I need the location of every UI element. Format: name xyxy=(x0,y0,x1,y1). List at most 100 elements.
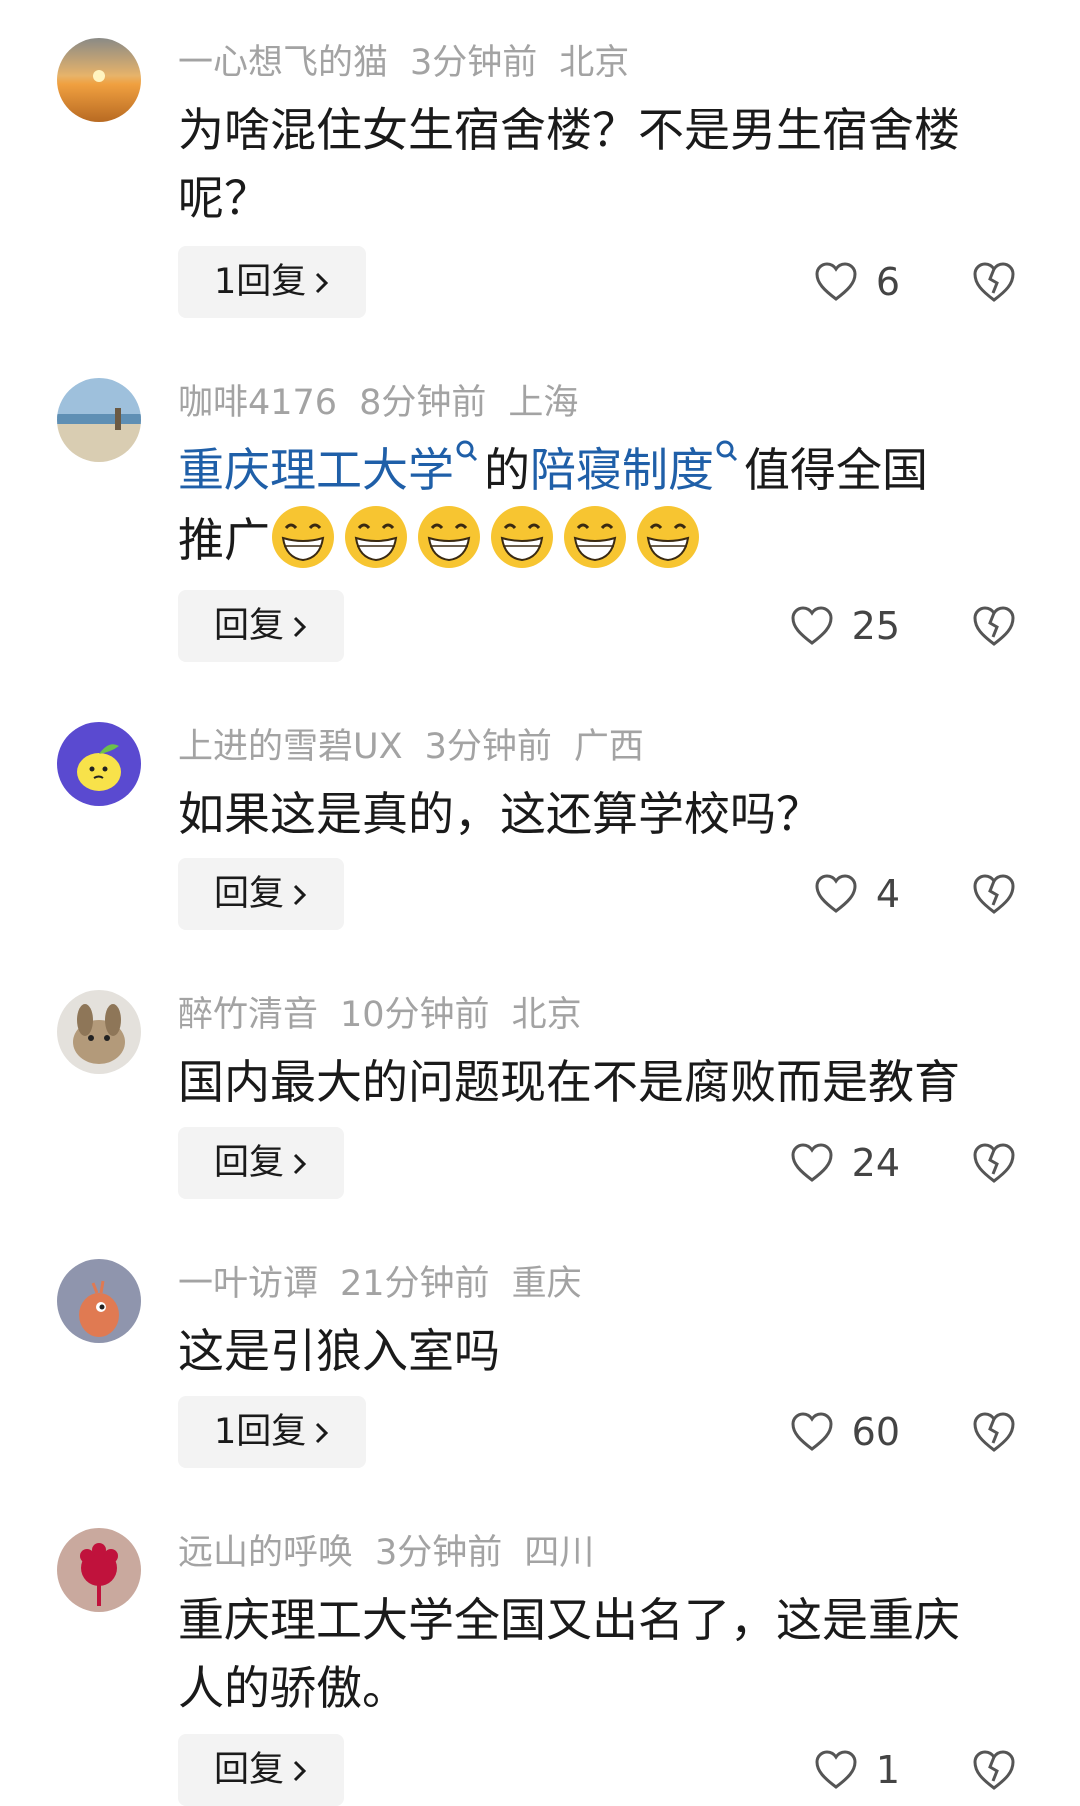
comment-text-line: 如果这是真的，这还算学校吗？ xyxy=(178,787,822,841)
like-button[interactable]: 24 xyxy=(790,1127,900,1199)
reply-label: 回复 xyxy=(214,874,285,914)
dislike-button[interactable] xyxy=(972,246,1016,318)
avatar[interactable] xyxy=(57,990,141,1074)
dislike-button[interactable] xyxy=(972,1396,1016,1468)
chevron-right-icon xyxy=(314,271,330,295)
comment-text-line: 人的骄傲。 xyxy=(178,1661,408,1715)
chevron-right-icon xyxy=(314,1421,330,1445)
username[interactable]: 醉竹清音 xyxy=(178,995,318,1035)
reply-button[interactable]: 回复 xyxy=(178,590,345,662)
broken-heart-icon xyxy=(973,262,1015,302)
username[interactable]: 咖啡4176 xyxy=(178,383,337,423)
reply-button[interactable]: 回复 xyxy=(178,858,345,930)
heart-icon xyxy=(814,874,858,914)
comment-meta: 远山的呼唤 3分钟前 四川 xyxy=(178,1530,616,1576)
like-count: 24 xyxy=(851,1141,900,1185)
comment-meta: 醉竹清音 10分钟前 北京 xyxy=(178,992,604,1038)
username[interactable]: 一心想飞的猫 xyxy=(178,43,388,83)
comment-meta: 一叶访谭 21分钟前 重庆 xyxy=(178,1261,604,1307)
location: 北京 xyxy=(559,43,630,83)
dislike-button[interactable] xyxy=(972,590,1016,662)
heart-icon xyxy=(790,1143,834,1183)
timestamp: 3分钟前 xyxy=(424,727,552,767)
dislike-button[interactable] xyxy=(972,1127,1016,1199)
comment-text-line: 这是引狼入室吗 xyxy=(178,1324,500,1378)
search-icon xyxy=(714,438,740,464)
comment-text: 如果这是真的，这还算学校吗？ xyxy=(178,780,1018,848)
grin-emoji-icon xyxy=(489,504,555,570)
broken-heart-icon xyxy=(973,606,1015,646)
heart-icon xyxy=(814,1750,858,1790)
broken-heart-icon xyxy=(973,1750,1015,1790)
cartoon-avatar-icon xyxy=(57,1259,141,1343)
username[interactable]: 上进的雪碧UX xyxy=(178,727,403,767)
chevron-right-icon xyxy=(292,1152,308,1176)
heart-icon xyxy=(790,1412,834,1452)
chevron-right-icon xyxy=(292,1759,308,1783)
broken-heart-icon xyxy=(973,1143,1015,1183)
avatar[interactable] xyxy=(57,1528,141,1612)
like-button[interactable]: 4 xyxy=(814,858,900,930)
comment-text: 国内最大的问题现在不是腐败而是教育 xyxy=(178,1048,1018,1116)
dislike-button[interactable] xyxy=(972,1734,1016,1806)
grin-emoji-icon xyxy=(416,504,482,570)
comment-text-line: 呢？ xyxy=(178,171,270,225)
comment-list: 一心想飞的猫 3分钟前 北京 为啥混住女生宿舍楼？不是男生宿舍楼 呢？ 1回复 6 xyxy=(0,0,1080,1806)
timestamp: 3分钟前 xyxy=(375,1533,503,1573)
grin-emoji-icon xyxy=(270,504,336,570)
comment-text: 为啥混住女生宿舍楼？不是男生宿舍楼 呢？ xyxy=(178,96,1018,232)
reply-button[interactable]: 回复 xyxy=(178,1127,345,1199)
reply-button[interactable]: 1回复 xyxy=(178,246,367,318)
chevron-right-icon xyxy=(292,615,308,639)
like-count: 6 xyxy=(875,260,900,304)
reply-button[interactable]: 1回复 xyxy=(178,1396,367,1468)
location: 北京 xyxy=(511,995,582,1035)
comment-text-line: 推广 xyxy=(178,504,1018,574)
like-button[interactable]: 60 xyxy=(790,1396,900,1468)
location: 重庆 xyxy=(511,1264,582,1304)
like-button[interactable]: 6 xyxy=(814,246,900,318)
search-icon xyxy=(454,438,480,464)
comment-meta: 一心想飞的猫 3分钟前 北京 xyxy=(178,40,651,86)
reply-label: 1回复 xyxy=(214,1412,307,1452)
comment-text-line: 重庆理工大学 的陪寝制度 值得全国 xyxy=(178,436,1018,504)
like-count: 25 xyxy=(851,604,900,648)
comment-text-segment: 值得全国 xyxy=(744,443,928,497)
username[interactable]: 远山的呼唤 xyxy=(178,1533,353,1573)
comment-text: 重庆理工大学全国又出名了，这是重庆 人的骄傲。 xyxy=(178,1586,1018,1722)
beach-avatar-icon xyxy=(57,378,141,462)
avatar[interactable] xyxy=(57,722,141,806)
like-button[interactable]: 1 xyxy=(814,1734,900,1806)
reply-label: 回复 xyxy=(214,1750,285,1790)
timestamp: 3分钟前 xyxy=(410,43,538,83)
location: 上海 xyxy=(508,383,579,423)
lemon-avatar-icon xyxy=(57,722,141,806)
comment-meta: 上进的雪碧UX 3分钟前 广西 xyxy=(178,724,666,770)
grin-emoji-icon xyxy=(562,504,628,570)
search-link[interactable]: 陪寝制度 xyxy=(530,443,714,497)
username[interactable]: 一叶访谭 xyxy=(178,1264,318,1304)
avatar[interactable] xyxy=(57,378,141,462)
comment-text: 重庆理工大学 的陪寝制度 值得全国 推广 xyxy=(178,436,1018,574)
comment-text-segment: 推广 xyxy=(178,513,270,567)
sunset-avatar-icon xyxy=(57,38,141,122)
avatar[interactable] xyxy=(57,38,141,122)
reply-label: 回复 xyxy=(214,606,285,646)
like-count: 60 xyxy=(851,1410,900,1454)
comment-text-segment: 的 xyxy=(484,443,530,497)
avatar[interactable] xyxy=(57,1259,141,1343)
heart-icon xyxy=(790,606,834,646)
timestamp: 10分钟前 xyxy=(340,995,490,1035)
dislike-button[interactable] xyxy=(972,858,1016,930)
comment-text-line: 国内最大的问题现在不是腐败而是教育 xyxy=(178,1055,960,1109)
flower-avatar-icon xyxy=(57,1528,141,1612)
reply-label: 回复 xyxy=(214,1143,285,1183)
like-count: 4 xyxy=(875,872,900,916)
timestamp: 8分钟前 xyxy=(359,383,487,423)
comment-text-line: 为啥混住女生宿舍楼？不是男生宿舍楼 xyxy=(178,103,960,157)
heart-icon xyxy=(814,262,858,302)
location: 广西 xyxy=(573,727,644,767)
like-button[interactable]: 25 xyxy=(790,590,900,662)
reply-button[interactable]: 回复 xyxy=(178,1734,345,1806)
search-link[interactable]: 重庆理工大学 xyxy=(178,443,454,497)
